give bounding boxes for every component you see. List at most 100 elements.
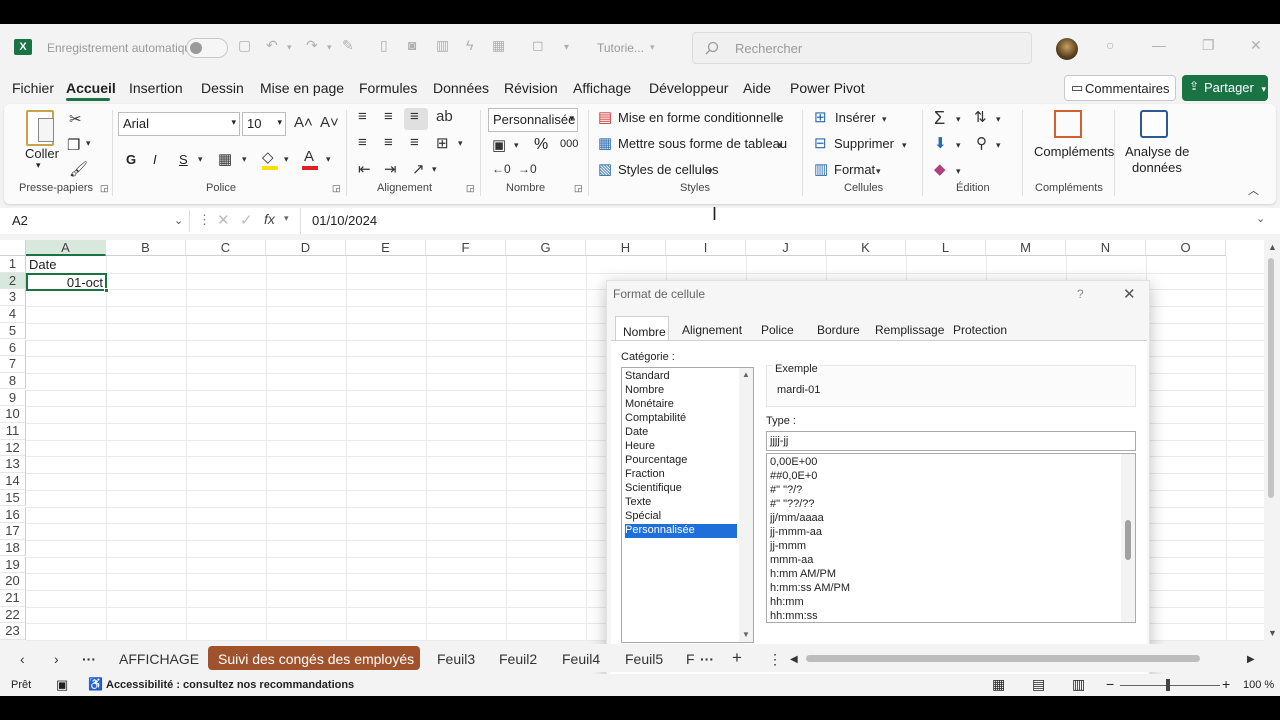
tab-remplissage[interactable]: Remplissage xyxy=(875,323,944,337)
paste-button[interactable]: Coller xyxy=(25,146,59,161)
type-item[interactable]: ##0,0E+0 xyxy=(770,470,817,482)
column-header-C[interactable]: C xyxy=(186,240,266,256)
orientation-icon[interactable]: ↗ xyxy=(412,160,425,178)
chevron-down-icon[interactable]: ▾ xyxy=(956,166,961,177)
column-header-D[interactable]: D xyxy=(266,240,346,256)
type-scroll-thumb[interactable] xyxy=(1125,520,1131,560)
type-item[interactable]: h:mm:ss AM/PM xyxy=(770,582,850,594)
paste-icon[interactable] xyxy=(26,110,54,146)
fill-icon[interactable]: ⬇ xyxy=(934,134,947,152)
alignment-launcher-icon[interactable]: ◲ xyxy=(466,183,475,194)
row-header-22[interactable]: 22 xyxy=(0,606,26,624)
menu-power-pivot[interactable]: Power Pivot xyxy=(790,80,865,96)
row-header-6[interactable]: 6 xyxy=(0,339,26,357)
decrease-indent-icon[interactable]: ⇤ xyxy=(358,160,371,178)
menu-insertion[interactable]: Insertion xyxy=(129,80,183,96)
chart-icon[interactable]: ▥ xyxy=(436,37,449,54)
zoom-slider-thumb[interactable] xyxy=(1166,679,1170,691)
column-header-F[interactable]: F xyxy=(426,240,506,256)
avatar[interactable] xyxy=(1056,38,1078,60)
restore-icon[interactable]: ❐ xyxy=(1202,37,1215,54)
autosum-icon[interactable]: Σ xyxy=(934,108,945,129)
merge-dropdown-icon[interactable]: ▾ xyxy=(458,138,463,149)
borders-dropdown-icon[interactable]: ▾ xyxy=(242,154,247,165)
table-icon[interactable]: ▦ xyxy=(492,37,505,54)
borders-icon[interactable]: ▦ xyxy=(218,150,232,168)
copy-icon[interactable]: ❐ xyxy=(67,136,80,154)
formula-bar-more-icon[interactable]: ⋮ xyxy=(198,212,211,228)
format-as-table-button[interactable]: Mettre sous forme de tableau xyxy=(618,136,787,151)
align-middle-icon[interactable]: ≡ xyxy=(384,108,393,125)
more-tabs-icon[interactable]: ··· xyxy=(700,651,714,667)
cell-styles-button[interactable]: Styles de cellules xyxy=(618,162,718,177)
row-header-4[interactable]: 4 xyxy=(0,306,26,323)
chevron-down-icon[interactable]: ▾ xyxy=(882,114,887,125)
category-list[interactable]: Standard Nombre Monétaire Comptabilité Date H… xyxy=(621,367,754,643)
cell-A1[interactable]: Date xyxy=(29,257,56,272)
menu-revision[interactable]: Révision xyxy=(504,80,558,96)
column-header-L[interactable]: L xyxy=(906,240,986,256)
bold-button[interactable]: G xyxy=(126,152,136,167)
row-header-21[interactable]: 21 xyxy=(0,590,26,607)
chevron-down-icon[interactable]: ▾ xyxy=(996,140,1001,151)
row-header-15[interactable]: 15 xyxy=(0,489,26,507)
camera-icon[interactable]: ◙ xyxy=(408,37,416,53)
addins-button[interactable]: Compléments xyxy=(1034,144,1114,159)
fx-dropdown-icon[interactable]: ▾ xyxy=(284,213,289,224)
category-item[interactable]: Fraction xyxy=(625,468,737,482)
more-sheets-icon[interactable]: ··· xyxy=(82,651,96,667)
fill-color-dropdown-icon[interactable]: ▾ xyxy=(284,154,289,165)
sheet-tab-feuil2[interactable]: Feuil2 xyxy=(499,651,537,667)
type-item[interactable]: 0,00E+00 xyxy=(770,456,817,468)
menu-affichage[interactable]: Affichage xyxy=(573,80,631,96)
category-item[interactable]: Comptabilité xyxy=(625,412,737,426)
row-header-14[interactable]: 14 xyxy=(0,473,26,490)
flash-icon[interactable]: ϟ xyxy=(466,37,473,53)
tab-nombre[interactable]: Nombre xyxy=(615,316,669,340)
align-bottom-active[interactable]: ≡ xyxy=(404,108,428,130)
format-painter-qat-icon[interactable]: ✎ xyxy=(342,37,354,54)
chevron-down-icon[interactable]: ▾ xyxy=(708,166,713,177)
chevron-down-icon[interactable]: ▾ xyxy=(902,140,907,151)
fill-handle[interactable] xyxy=(104,288,109,293)
category-item[interactable]: Nombre xyxy=(625,384,737,398)
sheet-tab-feuil4[interactable]: Feuil4 xyxy=(562,651,600,667)
row-header-18[interactable]: 18 xyxy=(0,539,26,557)
search-box[interactable]: Rechercher xyxy=(692,32,1032,64)
type-item[interactable]: h:mm AM/PM xyxy=(770,568,836,580)
column-header-H[interactable]: H xyxy=(586,240,666,256)
increase-font-icon[interactable]: A˄ xyxy=(294,114,313,131)
file-name[interactable]: Tutorie... xyxy=(597,41,644,55)
lightbulb-icon[interactable]: ○ xyxy=(1106,37,1114,53)
number-launcher-icon[interactable]: ◲ xyxy=(574,183,583,194)
chevron-down-icon[interactable]: ▾ xyxy=(956,114,961,125)
comments-button[interactable]: ▭ Commentaires xyxy=(1064,75,1176,101)
row-header-9[interactable]: 9 xyxy=(0,389,26,407)
category-item[interactable]: Date xyxy=(625,426,737,440)
category-item[interactable]: Heure xyxy=(625,440,737,454)
document-icon[interactable]: ▯ xyxy=(380,37,388,54)
type-item[interactable]: mmm-aa xyxy=(770,554,813,566)
sort-filter-icon[interactable]: ⇅ xyxy=(974,108,987,126)
type-scrollbar[interactable] xyxy=(1121,454,1135,622)
horizontal-scroll-thumb[interactable] xyxy=(806,655,1200,662)
zoom-slider-track[interactable] xyxy=(1120,685,1220,686)
insert-button[interactable]: Insérer xyxy=(835,110,875,125)
comment-icon[interactable]: ◻ xyxy=(532,37,544,54)
category-item[interactable]: Scientifique xyxy=(625,482,737,496)
row-header-3[interactable]: 3 xyxy=(0,289,26,306)
type-input[interactable]: jjjj-jj xyxy=(766,431,1136,451)
tab-bordure[interactable]: Bordure xyxy=(817,323,860,337)
menu-aide[interactable]: Aide xyxy=(743,80,771,96)
font-color-dropdown-icon[interactable]: ▾ xyxy=(326,154,331,165)
expand-formula-bar-icon[interactable]: ⌄ xyxy=(1256,212,1265,225)
accounting-dropdown-icon[interactable]: ▾ xyxy=(514,140,519,151)
row-header-8[interactable]: 8 xyxy=(0,372,26,390)
clipboard-launcher-icon[interactable]: ◲ xyxy=(100,183,109,194)
menu-dessin[interactable]: Dessin xyxy=(201,80,244,96)
row-header-23[interactable]: 23 xyxy=(0,623,26,640)
close-icon[interactable]: ✕ xyxy=(1123,285,1136,303)
row-header-11[interactable]: 11 xyxy=(0,423,26,440)
menu-fichier[interactable]: Fichier xyxy=(12,80,54,96)
clear-icon[interactable]: ◆ xyxy=(934,160,946,178)
